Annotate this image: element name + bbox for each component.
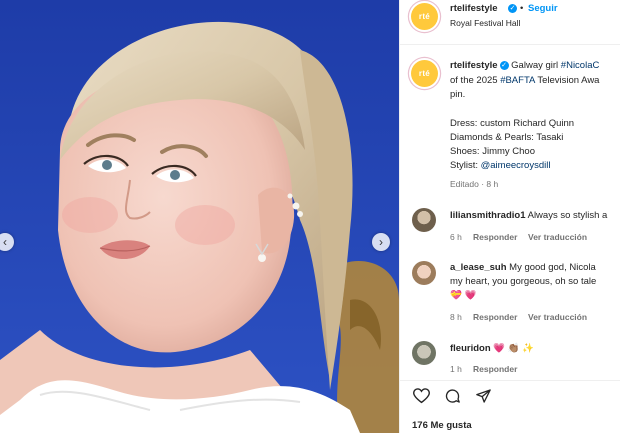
comment-avatar[interactable] (412, 208, 436, 232)
credit-dress: Dress: custom Richard Quinn (450, 118, 575, 129)
comment-icon[interactable] (444, 388, 461, 404)
comment-2-body: My good god, Nicola (506, 262, 596, 273)
avatar-logo-text: rté (418, 12, 431, 21)
chevron-right-icon[interactable]: › (372, 233, 390, 251)
caption-line-1: rtelifestyle ✓ Galway girl #NicolaC (450, 60, 599, 72)
caption-verified-icon: ✓ (499, 60, 509, 70)
comment-2-text: a_lease_suh My good god, Nicola (450, 262, 596, 274)
caption-avatar-text: rté (418, 69, 431, 78)
comment-3-time: 1 h (450, 364, 462, 374)
comment-1-body: Always so stylish a (525, 210, 608, 221)
comment-2-time: 8 h (450, 312, 462, 322)
comment-3-text: fleuridon 💗 👏🏽 ✨ (450, 343, 534, 355)
comment-1-time: 6 h (450, 232, 462, 242)
send-icon[interactable] (475, 388, 492, 404)
header-dot: • (520, 3, 524, 14)
account-name[interactable]: rtelifestyle (450, 3, 498, 15)
action-bar (413, 388, 492, 404)
stylist-mention[interactable]: @aimeecroysdill (481, 160, 551, 171)
comment-2-reply[interactable]: Responder (473, 311, 517, 323)
comment-2-translate[interactable]: Ver traducción (528, 311, 587, 323)
comment-2-emoji: 💝 💗 (450, 290, 477, 301)
comment-2-user[interactable]: a_lease_suh (450, 262, 507, 273)
credit-stylist: Stylist: @aimeecroysdill (450, 160, 550, 172)
follow-button[interactable]: Seguir (528, 3, 558, 15)
caption-meta: Editado · 8 h (450, 179, 499, 189)
comment-1-user[interactable]: liliansmithradio1 (450, 210, 526, 221)
comment-3-reply[interactable]: Responder (473, 363, 517, 375)
comment-avatar[interactable] (412, 341, 436, 365)
credit-stylist-label: Stylist: (450, 160, 481, 171)
caption-text-2: of the 2025 (450, 75, 501, 86)
heart-icon[interactable] (413, 388, 430, 404)
comment-avatar[interactable] (412, 261, 436, 285)
caption-text-1: Galway girl (508, 60, 561, 71)
post-photo (0, 0, 399, 433)
hashtag-nicola[interactable]: #NicolaC (561, 60, 600, 71)
header-divider (400, 44, 620, 45)
credit-shoes: Shoes: Jimmy Choo (450, 146, 536, 157)
comment-1-text: liliansmithradio1 Always so stylish a (450, 210, 607, 222)
account-avatar[interactable]: rté (411, 3, 438, 30)
credit-diamonds: Diamonds & Pearls: Tasaki (450, 132, 564, 143)
post-image[interactable]: ‹ › (0, 0, 399, 433)
caption-line-2: of the 2025 #BAFTA Television Awa (450, 75, 599, 87)
verified-badge-icon: ✓ (508, 4, 517, 13)
location-link[interactable]: Royal Festival Hall (450, 17, 520, 29)
likes-count[interactable]: 176 Me gusta (412, 420, 472, 432)
caption-avatar[interactable]: rté (411, 60, 438, 87)
hashtag-bafta[interactable]: #BAFTA (500, 75, 535, 86)
actions-divider (400, 380, 620, 381)
comment-3-body: 💗 👏🏽 ✨ (490, 343, 535, 354)
caption-line-3: pin. (450, 89, 466, 100)
comment-3-user[interactable]: fleuridon (450, 343, 491, 354)
caption-username[interactable]: rtelifestyle (450, 60, 498, 71)
comment-2-body-line-2: my heart, you gorgeous, oh so tale (450, 276, 597, 287)
caption-text-2b: Television Awa (534, 75, 600, 86)
comment-1-reply[interactable]: Responder (473, 231, 517, 243)
comment-1-translate[interactable]: Ver traducción (528, 231, 587, 243)
pane-divider (399, 0, 400, 433)
